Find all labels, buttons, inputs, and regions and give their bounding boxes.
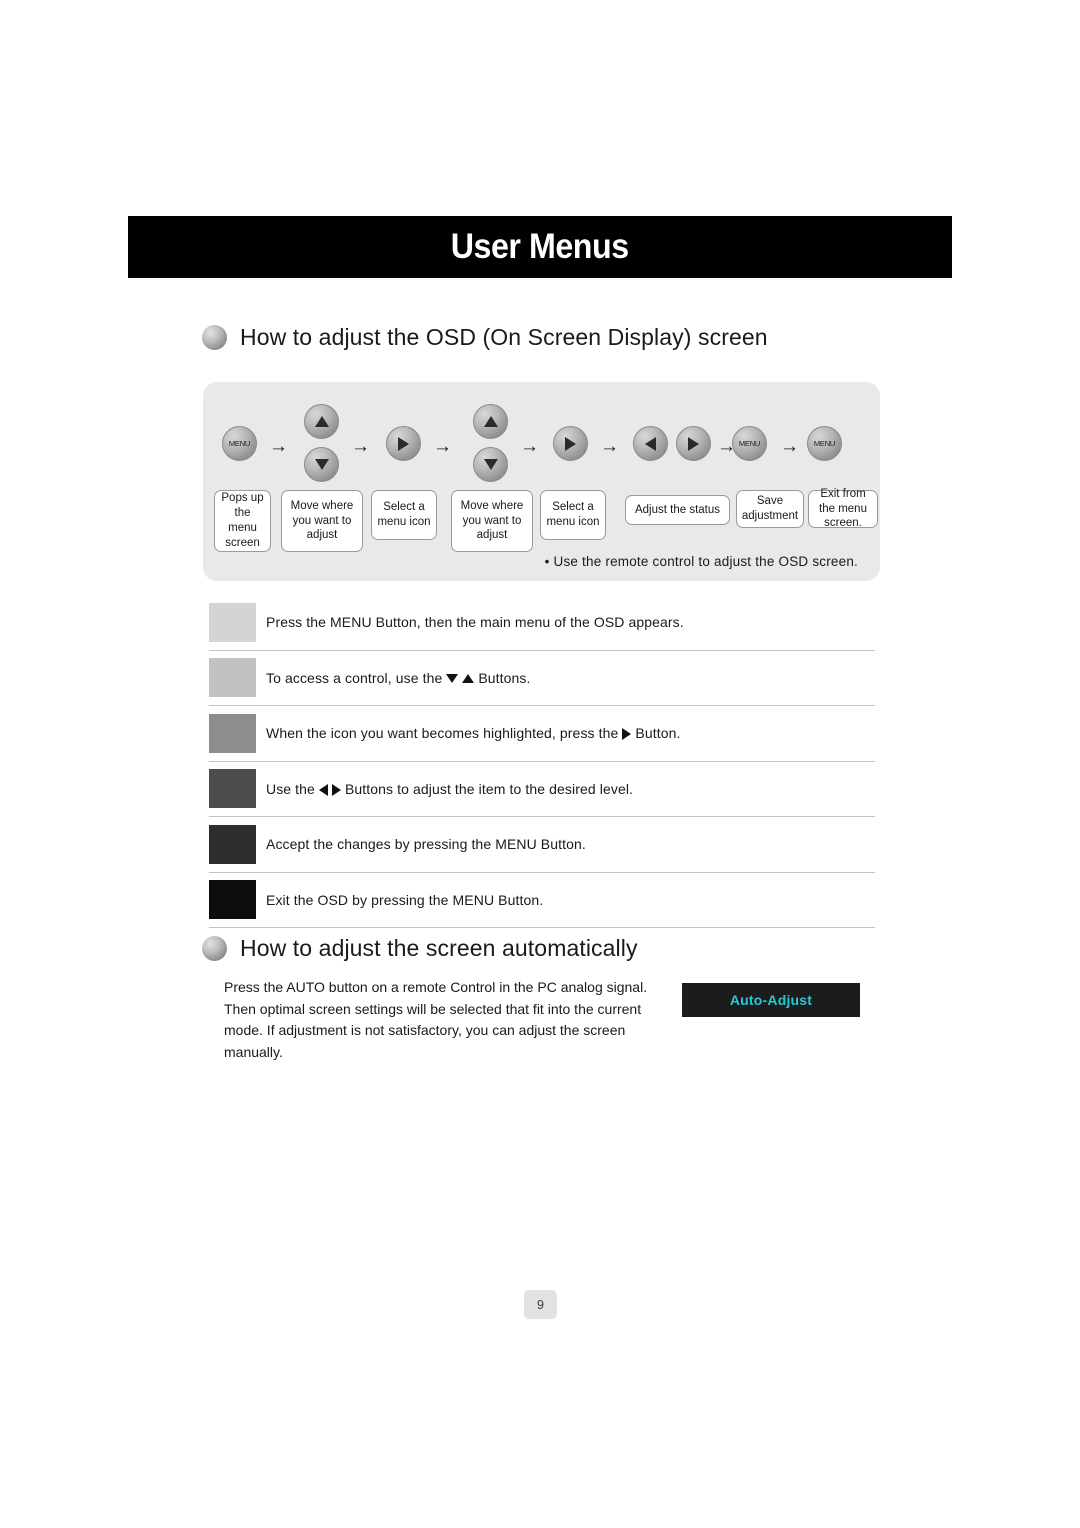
triangle-left-icon: [318, 783, 328, 796]
triangle-right-icon: [331, 783, 341, 796]
step-text-part: Buttons to adjust the item to the desire…: [344, 780, 634, 797]
flow-arrow-icon-4: →: [520, 436, 539, 457]
section-heading-osd-label: How to adjust the OSD (On Screen Display…: [240, 324, 768, 350]
flow-arrow-icon-5: →: [600, 436, 619, 457]
step-text: Accept the changes by pressing the MENU …: [266, 836, 586, 852]
step-text: When the icon you want becomes highlight…: [266, 725, 680, 741]
step-text-part: To access a control, use the: [266, 669, 443, 686]
diagram-button-down-2: [473, 447, 508, 482]
diagram-button-right-2: [553, 426, 588, 461]
auto-adjust-badge-label: Auto-Adjust: [729, 992, 813, 1008]
menu-button-icon: MENU: [813, 439, 836, 448]
diagram-button-menu-1: MENU: [222, 426, 257, 461]
triangle-up-icon: [483, 416, 498, 427]
diagram-button-left-3: [633, 426, 668, 461]
diagram-callout-2: Move where you want to adjust: [281, 490, 363, 552]
triangle-down-icon: [483, 459, 498, 470]
diagram-callout-3: Select a menu icon: [371, 490, 437, 540]
flow-arrow-icon-3: →: [433, 436, 452, 457]
section-heading-auto: How to adjust the screen automatically: [202, 935, 638, 962]
diagram-callout-5: Select a menu icon: [540, 490, 606, 540]
step-text: Exit the OSD by pressing the MENU Button…: [266, 892, 543, 908]
step-text-part: Button.: [635, 725, 681, 742]
triangle-right-icon: [688, 436, 699, 451]
diagram-button-menu-3: MENU: [807, 426, 842, 461]
page-title-bar: User Menus: [128, 216, 952, 278]
bullet-sphere-icon: [202, 936, 227, 961]
diagram-button-right-1: [386, 426, 421, 461]
triangle-up-icon: [462, 674, 475, 684]
triangle-right-icon: [398, 436, 409, 451]
bullet-sphere-icon: [202, 325, 227, 350]
section-heading-osd: How to adjust the OSD (On Screen Display…: [202, 324, 768, 351]
diagram-callout-7: Save adjustment: [736, 490, 804, 528]
step-text: Press the MENU Button, then the main men…: [266, 614, 684, 630]
step-text-part: Press the MENU Button, then the main men…: [266, 614, 684, 631]
diagram-button-right-3: [676, 426, 711, 461]
step-row: Accept the changes by pressing the MENU …: [209, 817, 875, 873]
triangle-right-icon: [622, 728, 632, 741]
step-text: To access a control, use the Buttons.: [266, 670, 531, 686]
step-text-part: Use the: [266, 780, 315, 797]
triangle-down-icon: [446, 674, 459, 684]
flow-arrow-icon-2: →: [351, 436, 370, 457]
section-heading-auto-label: How to adjust the screen automatically: [240, 935, 638, 961]
diagram-callout-6: Adjust the status: [625, 495, 730, 525]
step-row: To access a control, use the Buttons.: [209, 651, 875, 706]
step-text: Use the Buttons to adjust the item to th…: [266, 781, 633, 797]
diagram-note: • Use the remote control to adjust the O…: [544, 554, 858, 569]
diagram-button-menu-2: MENU: [732, 426, 767, 461]
diagram-button-down-1: [304, 447, 339, 482]
step-text-part: When the icon you want becomes highlight…: [266, 725, 619, 742]
page-title: User Menus: [451, 227, 629, 266]
osd-steps-list: Press the MENU Button, then the main men…: [209, 595, 875, 928]
step-swatch: [209, 602, 256, 642]
menu-button-icon: MENU: [738, 439, 761, 448]
triangle-right-icon: [565, 436, 576, 451]
step-row: Exit the OSD by pressing the MENU Button…: [209, 873, 875, 928]
step-text-part: Exit the OSD by pressing the MENU Button…: [266, 891, 544, 908]
menu-button-icon: MENU: [228, 439, 251, 448]
diagram-callout-1: Pops up the menu screen: [214, 490, 271, 552]
diagram-callout-4: Move where you want to adjust: [451, 490, 533, 552]
step-row: Press the MENU Button, then the main men…: [209, 595, 875, 651]
page-number: 9: [524, 1290, 557, 1319]
osd-flow-diagram-panel: MENU → → → → → → MENU → MENU Pops up the…: [203, 382, 880, 581]
diagram-callout-8: Exit from the menu screen.: [808, 488, 878, 529]
triangle-up-icon: [314, 416, 329, 427]
auto-adjust-description: Press the AUTO button on a remote Contro…: [224, 979, 648, 1061]
flow-arrow-icon-1: →: [269, 436, 288, 457]
step-swatch: [209, 880, 256, 920]
flow-arrow-icon-7: →: [780, 436, 799, 457]
step-swatch: [209, 769, 256, 809]
step-swatch: [209, 658, 256, 698]
auto-adjust-badge: Auto-Adjust: [682, 983, 860, 1017]
step-row: Use the Buttons to adjust the item to th…: [209, 762, 875, 817]
diagram-button-up-2: [473, 404, 508, 439]
diagram-button-up-1: [304, 404, 339, 439]
step-text-part: Buttons.: [478, 669, 531, 686]
step-swatch: [209, 824, 256, 864]
step-row: When the icon you want becomes highlight…: [209, 706, 875, 762]
triangle-left-icon: [645, 436, 656, 451]
osd-flow-row: MENU → → → → → → MENU → MENU: [203, 404, 880, 482]
triangle-down-icon: [314, 459, 329, 470]
step-swatch: [209, 713, 256, 753]
step-text-part: Accept the changes by pressing the MENU …: [266, 836, 586, 853]
